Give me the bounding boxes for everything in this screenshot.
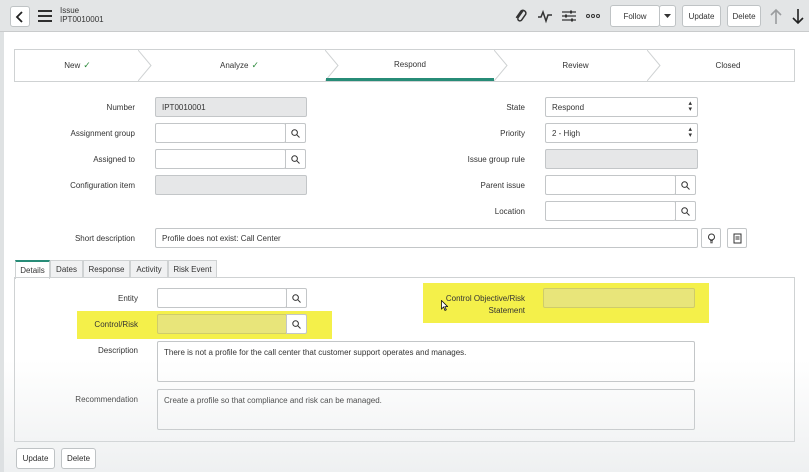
parent-issue-label: Parent issue <box>480 181 525 190</box>
assigned-to-input[interactable] <box>155 149 286 169</box>
priority-value: 2 - High <box>552 129 581 138</box>
tab-activity[interactable]: Activity <box>130 260 168 278</box>
form-header: Issue IPT0010001 Follow Update Delete <box>0 0 809 32</box>
chevron-divider-icon <box>647 50 661 81</box>
number-field: IPT0010001 <box>155 97 307 117</box>
record-type: Issue <box>60 6 80 15</box>
search-icon <box>292 293 301 303</box>
select-arrows-icon: ▴ ▾ <box>688 126 692 139</box>
search-icon <box>291 128 300 138</box>
select-arrows-icon: ▴ ▾ <box>688 100 692 113</box>
entity-label: Entity <box>117 294 138 303</box>
record-number: IPT0010001 <box>60 15 104 24</box>
follow-button[interactable]: Follow <box>610 5 660 27</box>
state-value: Respond <box>552 103 585 112</box>
issue-group-rule-label: Issue group rule <box>467 155 525 164</box>
hamburger-icon[interactable] <box>38 10 52 22</box>
tab-dates[interactable]: Dates <box>50 260 83 278</box>
assigned-to-label: Assigned to <box>93 155 135 164</box>
process-flow: New ✓ Analyze ✓ Respond Review Closed <box>14 49 795 82</box>
paperclip-icon[interactable] <box>513 8 529 24</box>
chevron-divider-icon <box>494 50 508 81</box>
stage-label: Review <box>562 61 589 70</box>
recommendation-label: Recommendation <box>75 395 138 404</box>
stage-new: New ✓ <box>15 50 140 81</box>
parent-issue-input[interactable] <box>545 175 676 195</box>
state-select[interactable]: Respond ▴ ▾ <box>545 97 698 117</box>
search-icon <box>681 180 690 190</box>
assignment-group-lookup-button[interactable] <box>285 123 306 143</box>
arrow-up-icon[interactable] <box>769 8 783 25</box>
search-icon <box>291 154 300 164</box>
search-icon <box>681 206 690 216</box>
stage-label: Closed <box>715 61 741 70</box>
short-description-input[interactable]: Profile does not exist: Call Center <box>155 228 698 248</box>
state-label: State <box>506 103 525 112</box>
book-icon <box>733 233 741 243</box>
issue-group-rule-field <box>545 149 698 169</box>
tab-response[interactable]: Response <box>83 260 130 278</box>
control-objective-label-line2: Statement <box>488 306 525 315</box>
chevron-divider-icon <box>138 50 152 81</box>
parent-issue-lookup-button[interactable] <box>675 175 696 195</box>
number-label: Number <box>106 103 135 112</box>
template-button[interactable] <box>727 228 747 248</box>
description-label: Description <box>97 346 138 355</box>
delete-bottom-button[interactable]: Delete <box>61 448 96 469</box>
assignment-group-label: Assignment group <box>70 129 135 138</box>
delete-button[interactable]: Delete <box>727 5 761 27</box>
stage-review: Review <box>508 50 643 81</box>
stage-label: Analyze <box>219 61 249 70</box>
assigned-to-lookup-button[interactable] <box>285 149 306 169</box>
chevron-left-icon <box>15 10 23 23</box>
update-button[interactable]: Update <box>682 5 721 27</box>
update-bottom-button[interactable]: Update <box>16 448 55 469</box>
control-risk-input[interactable] <box>157 314 287 334</box>
description-textarea[interactable]: There is not a profile for the call cent… <box>157 341 695 382</box>
stage-closed: Closed <box>661 50 795 81</box>
location-lookup-button[interactable] <box>675 201 696 221</box>
control-objective-field <box>543 288 695 308</box>
tab-risk-event[interactable]: Risk Event <box>168 260 217 278</box>
entity-input[interactable] <box>157 288 287 308</box>
arrow-down-icon[interactable] <box>791 8 805 25</box>
check-icon: ✓ <box>251 60 259 70</box>
control-risk-label: Control/Risk <box>94 320 138 329</box>
mouse-cursor-icon <box>441 300 448 311</box>
configuration-item-field <box>155 175 307 195</box>
search-icon <box>292 319 301 329</box>
suggestion-button[interactable] <box>701 228 721 248</box>
control-objective-label-line1: Control Objective/Risk <box>445 294 525 303</box>
priority-label: Priority <box>500 129 525 138</box>
caret-down-icon <box>664 13 671 18</box>
more-icon[interactable] <box>585 8 601 24</box>
sliders-icon[interactable] <box>561 8 577 24</box>
activity-icon[interactable] <box>537 8 553 24</box>
location-label: Location <box>494 207 525 216</box>
entity-lookup-button[interactable] <box>286 288 307 308</box>
location-input[interactable] <box>545 201 676 221</box>
assignment-group-input[interactable] <box>155 123 286 143</box>
priority-select[interactable]: 2 - High ▴ ▾ <box>545 123 698 143</box>
back-button[interactable] <box>10 6 30 27</box>
configuration-item-label: Configuration item <box>70 181 135 190</box>
stage-label: Respond <box>393 59 427 69</box>
stage-label: New <box>64 61 81 70</box>
stage-analyze: Analyze ✓ <box>152 50 327 81</box>
left-edge <box>0 32 4 472</box>
lightbulb-icon <box>707 233 715 243</box>
follow-dropdown-button[interactable] <box>659 5 676 27</box>
stage-respond: Respond <box>326 50 494 81</box>
control-risk-lookup-button[interactable] <box>286 314 307 334</box>
recommendation-textarea[interactable]: Create a profile so that compliance and … <box>157 389 695 430</box>
short-description-label: Short description <box>74 234 135 243</box>
check-icon: ✓ <box>83 60 91 70</box>
